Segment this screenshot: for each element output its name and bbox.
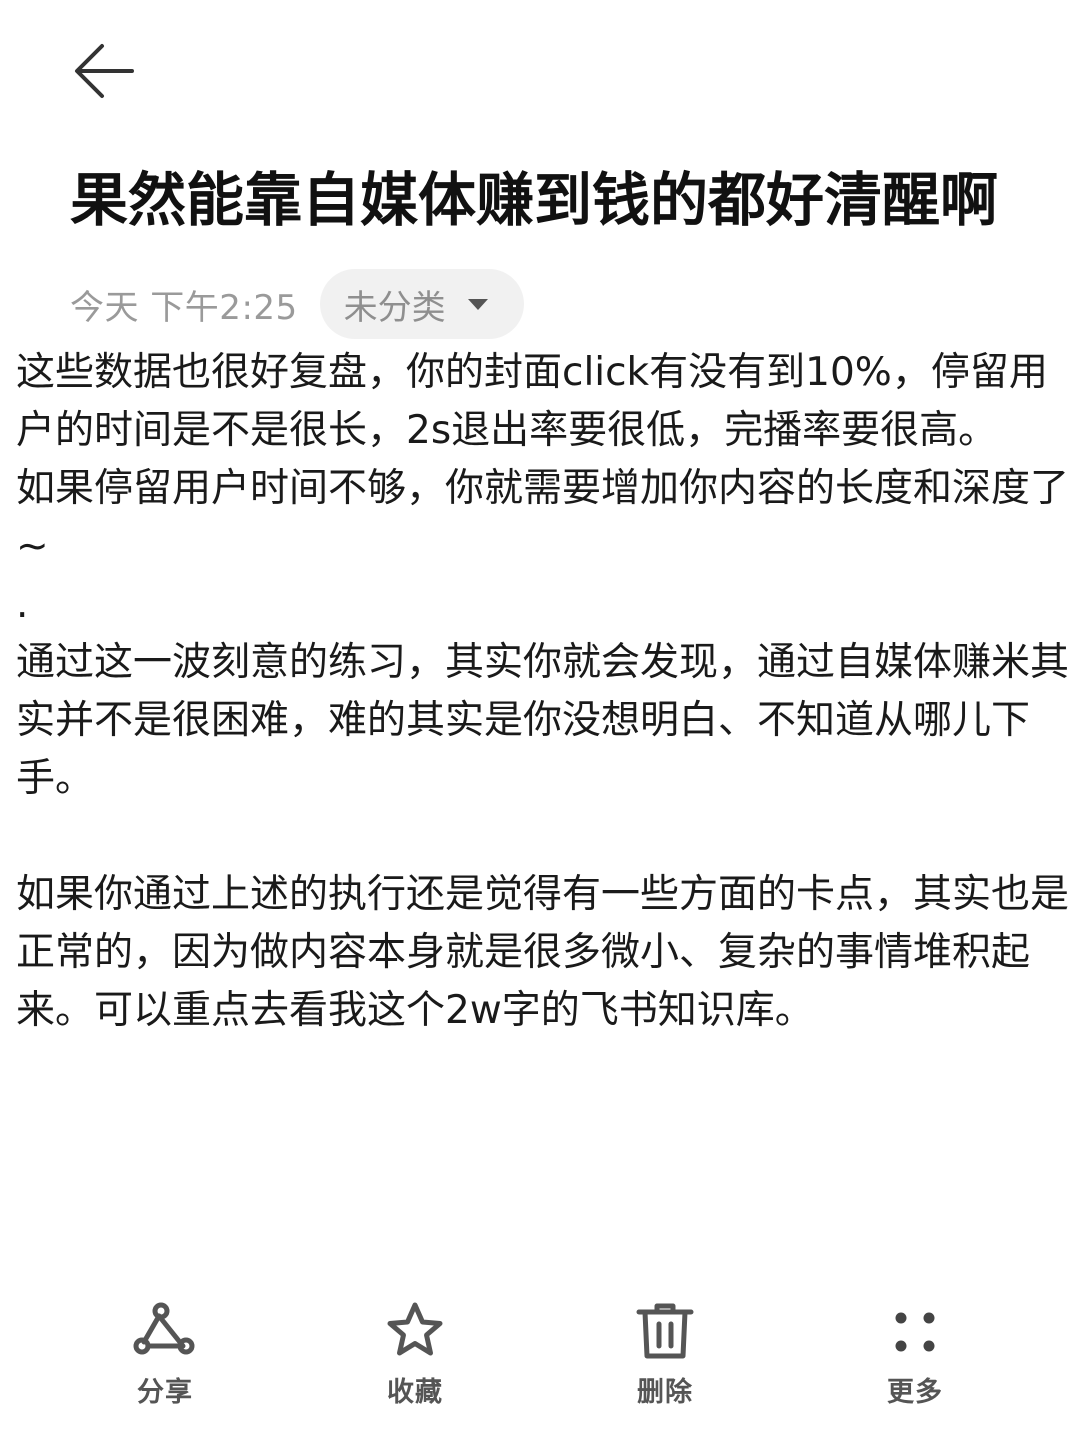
more-button[interactable]: 更多 <box>845 1300 985 1430</box>
delete-label: 删除 <box>637 1377 693 1408</box>
more-label: 更多 <box>887 1377 943 1408</box>
more-icon <box>895 1312 935 1352</box>
favorite-label: 收藏 <box>387 1377 443 1408</box>
body-paragraph: 这些数据也很好复盘，你的封面click有没有到10%，停留用户的时间是不是很长，… <box>16 350 1048 453</box>
body-paragraph: 如果停留用户时间不够，你就需要增加你内容的长度和深度了~ <box>16 466 1070 569</box>
arrow-left-icon <box>75 44 134 98</box>
bottom-toolbar: 分享 收藏 删除 更多 <box>0 1300 1080 1430</box>
note-body[interactable]: 这些数据也很好复盘，你的封面click有没有到10%，停留用户的时间是不是很长，… <box>16 344 1070 1040</box>
body-paragraph: . <box>16 582 29 627</box>
share-button[interactable]: 分享 <box>95 1300 235 1430</box>
delete-button[interactable]: 删除 <box>595 1300 735 1430</box>
caret-down-icon <box>467 298 488 310</box>
category-label: 未分类 <box>343 287 446 328</box>
star-icon <box>387 1302 443 1356</box>
back-button[interactable] <box>66 36 142 106</box>
share-label: 分享 <box>137 1377 193 1408</box>
note-timestamp: 今天 下午2:25 <box>70 287 298 328</box>
favorite-button[interactable]: 收藏 <box>345 1300 485 1430</box>
trash-icon <box>636 1303 694 1359</box>
note-meta: 今天 下午2:25 未分类 <box>70 268 524 340</box>
note-title[interactable]: 果然能靠自媒体赚到钱的都好清醒啊 <box>70 160 1030 240</box>
share-icon <box>133 1302 195 1355</box>
category-dropdown[interactable]: 未分类 <box>319 269 524 339</box>
body-paragraph: 通过这一波刻意的练习，其实你就会发现，通过自媒体赚米其实并不是很困难，难的其实是… <box>16 640 1070 801</box>
body-paragraph <box>16 808 1070 866</box>
body-paragraph: 如果你通过上述的执行还是觉得有一些方面的卡点，其实也是正常的，因为做内容本身就是… <box>16 872 1070 1033</box>
